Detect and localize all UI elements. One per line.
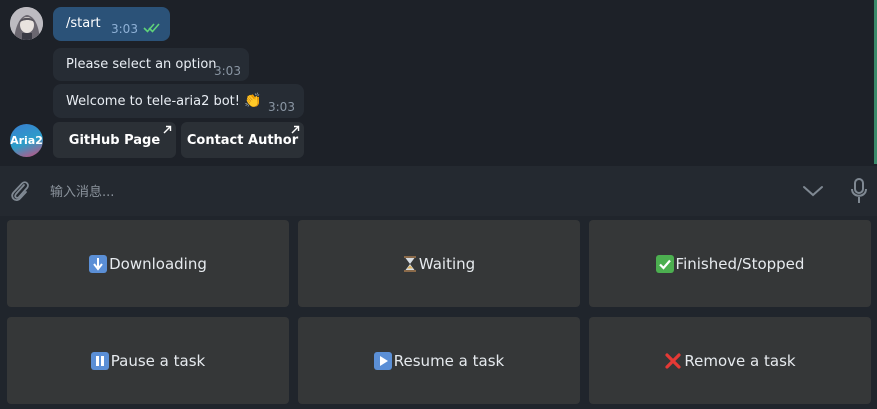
bot-avatar[interactable]: Aria2 [10,124,43,157]
button-label: Resume a task [393,351,505,370]
external-link-icon [291,125,300,134]
attach-icon[interactable] [9,178,31,204]
downloading-button[interactable]: Downloading [7,220,289,307]
message-text: Welcome to tele-aria2 bot! 👏 [66,93,262,110]
bot-avatar-label: Aria2 [10,134,43,147]
message-time: 3:03 [111,22,138,36]
user-avatar[interactable] [10,7,43,40]
read-ticks-icon [143,23,160,33]
message-time: 3:03 [214,64,241,78]
outgoing-message: /start 3:03 [53,7,170,41]
clapping-hands-emoji: 👏 [244,93,262,109]
hourglass-emoji-icon [403,255,417,273]
contact-author-button[interactable]: Contact Author [181,122,304,158]
waiting-button[interactable]: Waiting [298,220,580,307]
message-input[interactable] [50,180,750,204]
pause-emoji-icon [90,351,109,370]
incoming-message: Please select an option 3:03 [53,48,249,81]
finished-stopped-button[interactable]: Finished/Stopped [589,220,871,307]
button-label: Waiting [418,254,476,273]
button-label: Finished/Stopped [675,254,805,273]
remove-task-button[interactable]: Remove a task [589,317,871,404]
external-link-icon [163,125,172,134]
message-text: /start [66,16,101,31]
cross-mark-emoji-icon [664,352,682,370]
chat-area: /start 3:03 Please select an option 3:03… [0,0,877,166]
incoming-message: Welcome to tele-aria2 bot! 👏 3:03 [53,84,304,118]
button-label: Contact Author [186,132,299,148]
message-time: 3:03 [268,100,295,114]
play-emoji-icon [373,351,392,370]
github-page-button[interactable]: GitHub Page [53,122,176,158]
check-mark-emoji-icon [655,254,674,273]
button-label: Pause a task [110,351,206,370]
button-label: Remove a task [684,351,796,370]
button-label: Downloading [109,254,207,273]
resume-task-button[interactable]: Resume a task [298,317,580,404]
button-label: GitHub Page [68,132,161,148]
welcome-text: Welcome to tele-aria2 bot! [66,94,240,109]
down-arrow-emoji-icon [89,254,108,273]
microphone-icon[interactable] [850,177,868,205]
pause-task-button[interactable]: Pause a task [7,317,289,404]
chevron-down-icon[interactable] [802,184,824,198]
message-text: Please select an option [66,57,217,72]
